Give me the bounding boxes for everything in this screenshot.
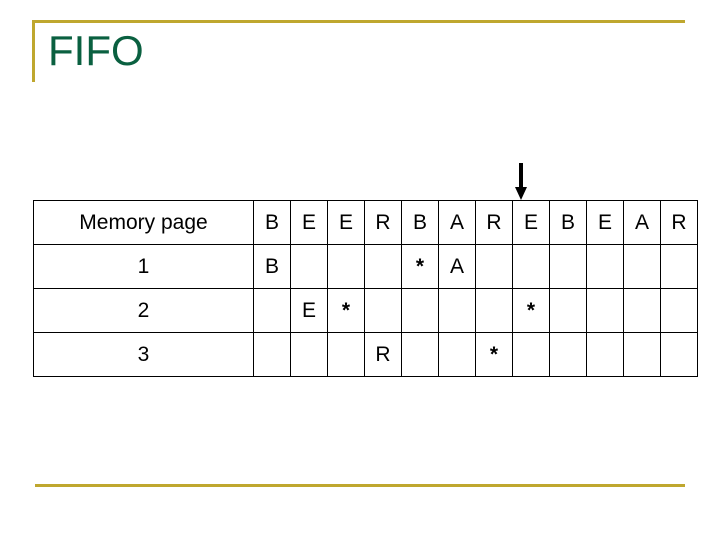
empty-cell bbox=[623, 244, 661, 289]
title-accent-rule-left bbox=[32, 20, 35, 82]
reference-header-cell-5: B bbox=[401, 200, 439, 245]
reference-header-cell-8: E bbox=[512, 200, 550, 245]
empty-cell bbox=[623, 288, 661, 333]
footer-accent-rule bbox=[35, 484, 685, 487]
memory-page-table: Memory page B E E R B A R E B E A R 1 B * A 2 E * * 3 R * bbox=[33, 200, 698, 377]
reference-header-cell-12: R bbox=[660, 200, 698, 245]
empty-cell bbox=[253, 288, 291, 333]
empty-cell bbox=[364, 244, 402, 289]
down-arrow-icon bbox=[514, 163, 528, 201]
empty-cell bbox=[475, 288, 513, 333]
reference-header-cell-2: E bbox=[290, 200, 328, 245]
empty-cell bbox=[660, 288, 698, 333]
empty-cell bbox=[290, 244, 328, 289]
page-fault-marker: * bbox=[327, 288, 365, 333]
table-header-row: Memory page B E E R B A R E B E A R bbox=[33, 200, 698, 245]
reference-header-cell-3: E bbox=[327, 200, 365, 245]
empty-cell bbox=[438, 332, 476, 377]
empty-cell bbox=[364, 288, 402, 333]
reference-header-text: B bbox=[412, 211, 427, 234]
resident-page-cell: R bbox=[364, 332, 402, 377]
cell-text: * bbox=[526, 298, 536, 322]
arrow-head bbox=[515, 187, 527, 200]
empty-cell bbox=[660, 332, 698, 377]
title-accent-rule-top bbox=[32, 20, 685, 23]
empty-cell bbox=[549, 332, 587, 377]
page-fault-marker: * bbox=[401, 244, 439, 289]
cell-text: * bbox=[415, 254, 425, 278]
reference-header-text: B bbox=[264, 211, 279, 234]
empty-cell bbox=[253, 332, 291, 377]
reference-header-text: E bbox=[338, 211, 353, 234]
empty-cell bbox=[660, 244, 698, 289]
cell-text: * bbox=[341, 298, 351, 322]
empty-cell bbox=[549, 288, 587, 333]
reference-header-cell-7: R bbox=[475, 200, 513, 245]
reference-header-cell-6: A bbox=[438, 200, 476, 245]
reference-header-text: E bbox=[301, 211, 316, 234]
arrow-shaft bbox=[519, 163, 523, 188]
table-row: 1 B * A bbox=[33, 244, 698, 289]
empty-cell bbox=[512, 244, 550, 289]
page-title: FIFO bbox=[48, 27, 144, 74]
empty-cell bbox=[623, 332, 661, 377]
table-row: 2 E * * bbox=[33, 288, 698, 333]
empty-cell bbox=[586, 244, 624, 289]
reference-header-text: A bbox=[449, 211, 464, 234]
memory-frame-label-2: 2 bbox=[33, 288, 254, 333]
row-label-header: Memory page bbox=[33, 200, 254, 245]
reference-header-text: R bbox=[375, 211, 391, 234]
memory-frame-label-text: 1 bbox=[137, 255, 150, 278]
reference-header-cell-10: E bbox=[586, 200, 624, 245]
cell-text: B bbox=[264, 255, 279, 278]
page-fault-marker: * bbox=[512, 288, 550, 333]
reference-header-cell-11: A bbox=[623, 200, 661, 245]
reference-header-text: E bbox=[597, 211, 612, 234]
cell-text: A bbox=[449, 255, 464, 278]
reference-header-cell-4: R bbox=[364, 200, 402, 245]
resident-page-cell: E bbox=[290, 288, 328, 333]
resident-page-cell: A bbox=[438, 244, 476, 289]
memory-frame-label-1: 1 bbox=[33, 244, 254, 289]
page-fault-marker: * bbox=[475, 332, 513, 377]
memory-frame-label-3: 3 bbox=[33, 332, 254, 377]
reference-header-text: R bbox=[671, 211, 687, 234]
empty-cell bbox=[327, 244, 365, 289]
table-row: 3 R * bbox=[33, 332, 698, 377]
empty-cell bbox=[327, 332, 365, 377]
empty-cell bbox=[586, 332, 624, 377]
empty-cell bbox=[586, 288, 624, 333]
row-label-header-text: Memory page bbox=[79, 211, 208, 234]
empty-cell bbox=[438, 288, 476, 333]
reference-header-text: E bbox=[523, 211, 538, 234]
empty-cell bbox=[512, 332, 550, 377]
reference-header-cell-1: B bbox=[253, 200, 291, 245]
cell-text: E bbox=[301, 299, 316, 322]
resident-page-cell: B bbox=[253, 244, 291, 289]
memory-frame-label-text: 2 bbox=[137, 299, 150, 322]
reference-header-cell-9: B bbox=[549, 200, 587, 245]
reference-header-text: R bbox=[486, 211, 502, 234]
empty-cell bbox=[549, 244, 587, 289]
cell-text: * bbox=[489, 342, 499, 366]
empty-cell bbox=[290, 332, 328, 377]
empty-cell bbox=[401, 288, 439, 333]
reference-header-text: B bbox=[560, 211, 575, 234]
memory-frame-label-text: 3 bbox=[137, 343, 150, 366]
empty-cell bbox=[401, 332, 439, 377]
reference-header-text: A bbox=[634, 211, 649, 234]
cell-text: R bbox=[375, 343, 391, 366]
empty-cell bbox=[475, 244, 513, 289]
